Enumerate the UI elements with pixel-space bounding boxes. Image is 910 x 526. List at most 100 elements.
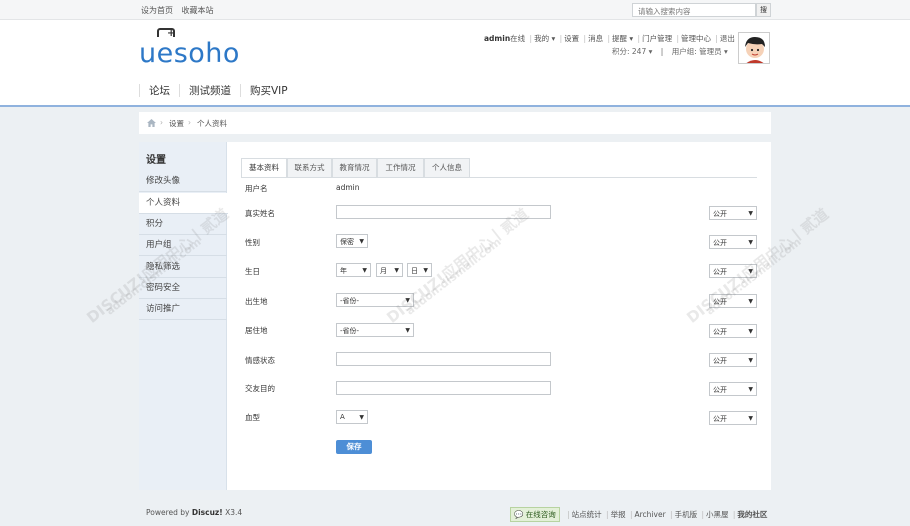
lookingfor-privacy-select[interactable]: 公开 ▼ (709, 382, 757, 396)
privacy-value: 公开 (713, 210, 727, 218)
nav-messages[interactable]: 消息 (588, 34, 603, 43)
year-value: 年 (340, 267, 347, 275)
nav-my[interactable]: 我的 (534, 34, 549, 43)
birthday-label: 生日 (245, 267, 260, 276)
tab-education[interactable]: 教育情况 (332, 158, 377, 178)
nav-divider (139, 84, 140, 97)
nav-admin-center[interactable]: 管理中心 (681, 34, 711, 43)
bloodtype-label: 血型 (245, 413, 260, 422)
chevron-down-icon: ▼ (748, 239, 753, 246)
usergroup-link[interactable]: 用户组: 管理员 (672, 47, 722, 56)
residence-province-select[interactable]: -省份- ▼ (336, 323, 414, 337)
relationship-field[interactable] (336, 352, 551, 366)
top-bar: 设为首页 收藏本站 请输入搜索内容 搜 (0, 0, 910, 20)
day-value: 日 (411, 267, 418, 275)
footer-mobile-link[interactable]: 手机版 (675, 510, 698, 519)
username-label: 用户名 (245, 184, 268, 193)
footer-community-link[interactable]: 我的社区 (737, 510, 767, 519)
lookingfor-field[interactable] (336, 381, 551, 395)
nav-settings[interactable]: 设置 (564, 34, 579, 43)
privacy-value: 公开 (713, 239, 727, 247)
breadcrumb: › 设置 › 个人资料 (139, 112, 771, 134)
settings-sidebar: 设置 修改头像 个人资料 积分 用户组 隐私筛选 密码安全 访问推广 (139, 142, 228, 490)
sidebar-title: 设置 (146, 155, 166, 166)
footer-report-link[interactable]: 举报 (611, 510, 626, 519)
username-link[interactable]: admin (484, 34, 510, 43)
chevron-down-icon: ▼ (362, 267, 367, 274)
chevron-down-icon: ▼ (748, 298, 753, 305)
residence-label: 居住地 (245, 326, 268, 335)
breadcrumb-profile: 个人资料 (197, 119, 227, 128)
tab-contact[interactable]: 联系方式 (287, 158, 332, 178)
online-chat-button[interactable]: 💬 在线咨询 (510, 507, 560, 522)
footer-blackroom-link[interactable]: 小黑屋 (706, 510, 729, 519)
set-home-link[interactable]: 设为首页 (141, 6, 173, 15)
relationship-label: 情感状态 (245, 356, 275, 365)
relationship-privacy-select[interactable]: 公开 ▼ (709, 353, 757, 367)
nav-portal-admin[interactable]: 门户管理 (642, 34, 672, 43)
residence-privacy-select[interactable]: 公开 ▼ (709, 324, 757, 338)
bloodtype-select[interactable]: A ▼ (336, 410, 368, 424)
lookingfor-label: 交友目的 (245, 384, 275, 393)
footer-archiver-link[interactable]: Archiver (635, 510, 666, 519)
gender-select[interactable]: 保密 ▼ (336, 234, 368, 248)
avatar[interactable] (738, 32, 770, 64)
privacy-value: 公开 (713, 386, 727, 394)
bookmark-link[interactable]: 收藏本站 (182, 6, 214, 15)
nav-reminders[interactable]: 提醒 (612, 34, 627, 43)
search-button[interactable]: 搜 (756, 3, 771, 17)
province-value: -省份- (340, 297, 360, 305)
chevron-down-icon: ▼ (748, 415, 753, 422)
online-status: 在线 (510, 34, 526, 43)
gender-value: 保密 (340, 238, 354, 246)
nav-divider (240, 84, 241, 97)
bloodtype-value: A (340, 413, 345, 421)
sidebar-item-promotion[interactable]: 访问推广 (139, 299, 227, 320)
sidebar-item-avatar[interactable]: 修改头像 (139, 171, 227, 192)
realname-label: 真实姓名 (245, 209, 275, 218)
tab-basic[interactable]: 基本资料 (241, 158, 287, 178)
chevron-down-icon: ▼ (394, 267, 399, 274)
birth-month-select[interactable]: 月 ▼ (376, 263, 403, 277)
nav-buy-vip[interactable]: 购买VIP (250, 83, 288, 98)
user-nav: admin在线 | 我的 ▾ | 设置 | 消息 | 提醒 ▾ | 门户管理 | 管理中心 … (484, 34, 735, 43)
nav-forum[interactable]: 论坛 (149, 83, 170, 98)
powered-by: Powered by Discuz! X3.4 (146, 508, 242, 517)
footer: Powered by Discuz! X3.4 💬 在线咨询 | 站点统计 | 举报… (0, 500, 910, 526)
tab-personal[interactable]: 个人信息 (424, 158, 470, 178)
birth-year-select[interactable]: 年 ▼ (336, 263, 371, 277)
realname-privacy-select[interactable]: 公开 ▼ (709, 206, 757, 220)
logo-text: uesoho (139, 38, 240, 69)
province-value: -省份- (340, 327, 360, 335)
save-button[interactable]: 保存 (336, 440, 372, 454)
username-value: admin (336, 183, 360, 192)
privacy-value: 公开 (713, 328, 727, 336)
tab-work[interactable]: 工作情况 (377, 158, 424, 178)
breadcrumb-chevron-icon: › (188, 118, 191, 127)
home-icon[interactable] (147, 119, 156, 127)
chevron-down-icon: ▼ (748, 357, 753, 364)
bloodtype-privacy-select[interactable]: 公开 ▼ (709, 411, 757, 425)
nav-logout[interactable]: 退出 (720, 34, 735, 43)
breadcrumb-settings[interactable]: 设置 (169, 118, 184, 129)
online-chat-label: 在线咨询 (525, 510, 556, 519)
search-input[interactable]: 请输入搜索内容 (632, 3, 756, 17)
user-stats: 积分: 247 ▾ | 用户组: 管理员 ▾ (612, 47, 728, 56)
footer-stats-link[interactable]: 站点统计 (572, 510, 602, 519)
chevron-down-icon: ▼ (748, 210, 753, 217)
points-link[interactable]: 积分: 247 (612, 47, 646, 56)
powered-prefix: Powered by (146, 508, 192, 517)
nav-test-channel[interactable]: 测试频道 (189, 83, 231, 98)
tab-divider (241, 177, 757, 178)
settings-panel: 设置 修改头像 个人资料 积分 用户组 隐私筛选 密码安全 访问推广 基本资料 … (139, 142, 771, 490)
discuz-link[interactable]: Discuz! (192, 508, 223, 517)
gender-privacy-select[interactable]: 公开 ▼ (709, 235, 757, 249)
gender-label: 性别 (245, 238, 260, 247)
nav-divider (179, 84, 180, 97)
header: + uesoho admin在线 | 我的 ▾ | 设置 | 消息 | 提醒 ▾ | 门户… (0, 20, 910, 74)
site-logo[interactable]: + uesoho (139, 28, 240, 70)
chevron-down-icon: ▼ (748, 386, 753, 393)
avatar-image (739, 33, 769, 63)
privacy-value: 公开 (713, 357, 727, 365)
chevron-down-icon: ▼ (423, 267, 428, 274)
